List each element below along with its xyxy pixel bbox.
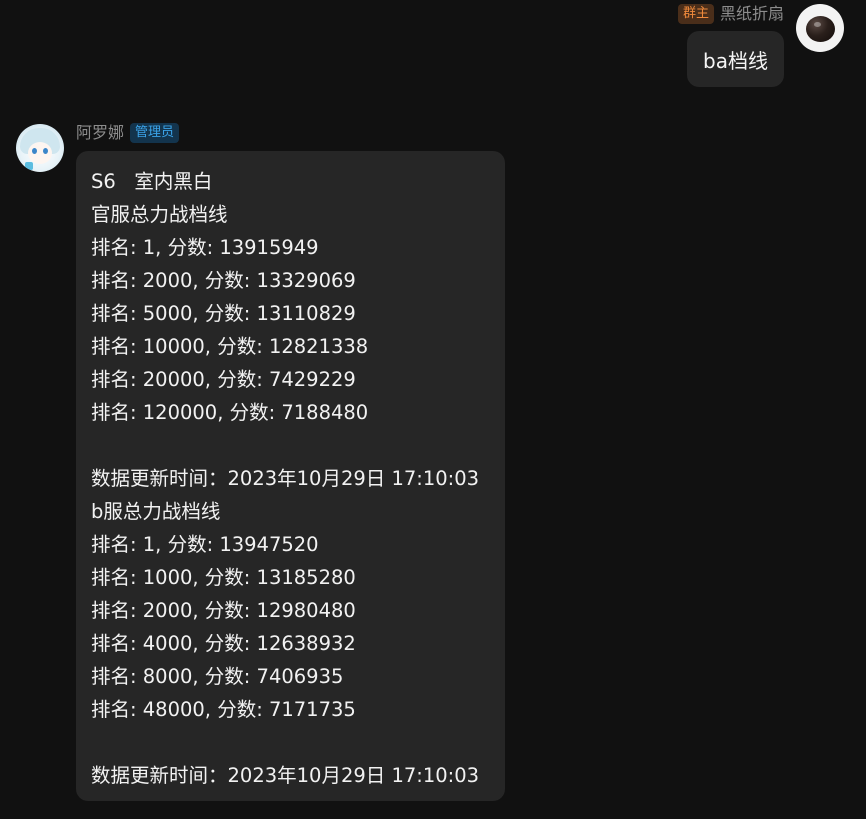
outgoing-message-bubble[interactable]: ba档线: [687, 31, 784, 87]
message-line: [91, 726, 490, 759]
owner-badge: 群主: [677, 4, 714, 24]
admin-badge: 管理员: [130, 123, 180, 143]
outgoing-message: 群主 黑纸折扇 ba档线: [0, 0, 866, 100]
message-line: S6 室内黑白: [91, 170, 213, 193]
incoming-sender-name[interactable]: 阿罗娜: [76, 123, 124, 143]
incoming-message-bubble[interactable]: S6 室内黑白 官服总力战档线 排名: 1, 分数: 13915949 排名: …: [76, 151, 505, 801]
outgoing-message-text: ba档线: [703, 48, 768, 73]
outgoing-message-meta: 群主 黑纸折扇: [677, 3, 784, 25]
avatar-eye-left: [32, 148, 37, 154]
message-line: 排名: 5000, 分数: 13110829: [91, 302, 356, 325]
avatar-ribbon: [25, 162, 33, 170]
incoming-avatar[interactable]: [16, 124, 64, 172]
eyeball-avatar-icon: [806, 16, 835, 42]
message-line: 数据更新时间：2023年10月29日 17:10:03: [91, 467, 480, 490]
message-line: 排名: 20000, 分数: 7429229: [91, 368, 356, 391]
message-line: 排名: 8000, 分数: 7406935: [91, 665, 344, 688]
message-line: 排名: 48000, 分数: 7171735: [91, 698, 356, 721]
message-line: 排名: 1, 分数: 13947520: [91, 533, 319, 556]
incoming-message-meta: 阿罗娜 管理员: [76, 122, 180, 144]
message-line: 排名: 120000, 分数: 7188480: [91, 401, 369, 424]
message-line: 官服总力战档线: [91, 203, 228, 226]
message-line: b服总力战档线: [91, 500, 221, 523]
message-line: 排名: 2000, 分数: 13329069: [91, 269, 356, 292]
message-line: 排名: 4000, 分数: 12638932: [91, 632, 356, 655]
message-line: 排名: 1000, 分数: 13185280: [91, 566, 356, 589]
message-line: 数据更新时间：2023年10月29日 17:10:03: [91, 764, 480, 787]
outgoing-avatar[interactable]: [796, 4, 844, 52]
message-line: 排名: 2000, 分数: 12980480: [91, 599, 356, 622]
avatar-eye-right: [43, 148, 48, 154]
message-line: 排名: 10000, 分数: 12821338: [91, 335, 369, 358]
outgoing-sender-name[interactable]: 黑纸折扇: [720, 4, 784, 24]
message-line: [91, 429, 490, 462]
message-line: 排名: 1, 分数: 13915949: [91, 236, 319, 259]
avatar-face-shape: [28, 142, 52, 164]
